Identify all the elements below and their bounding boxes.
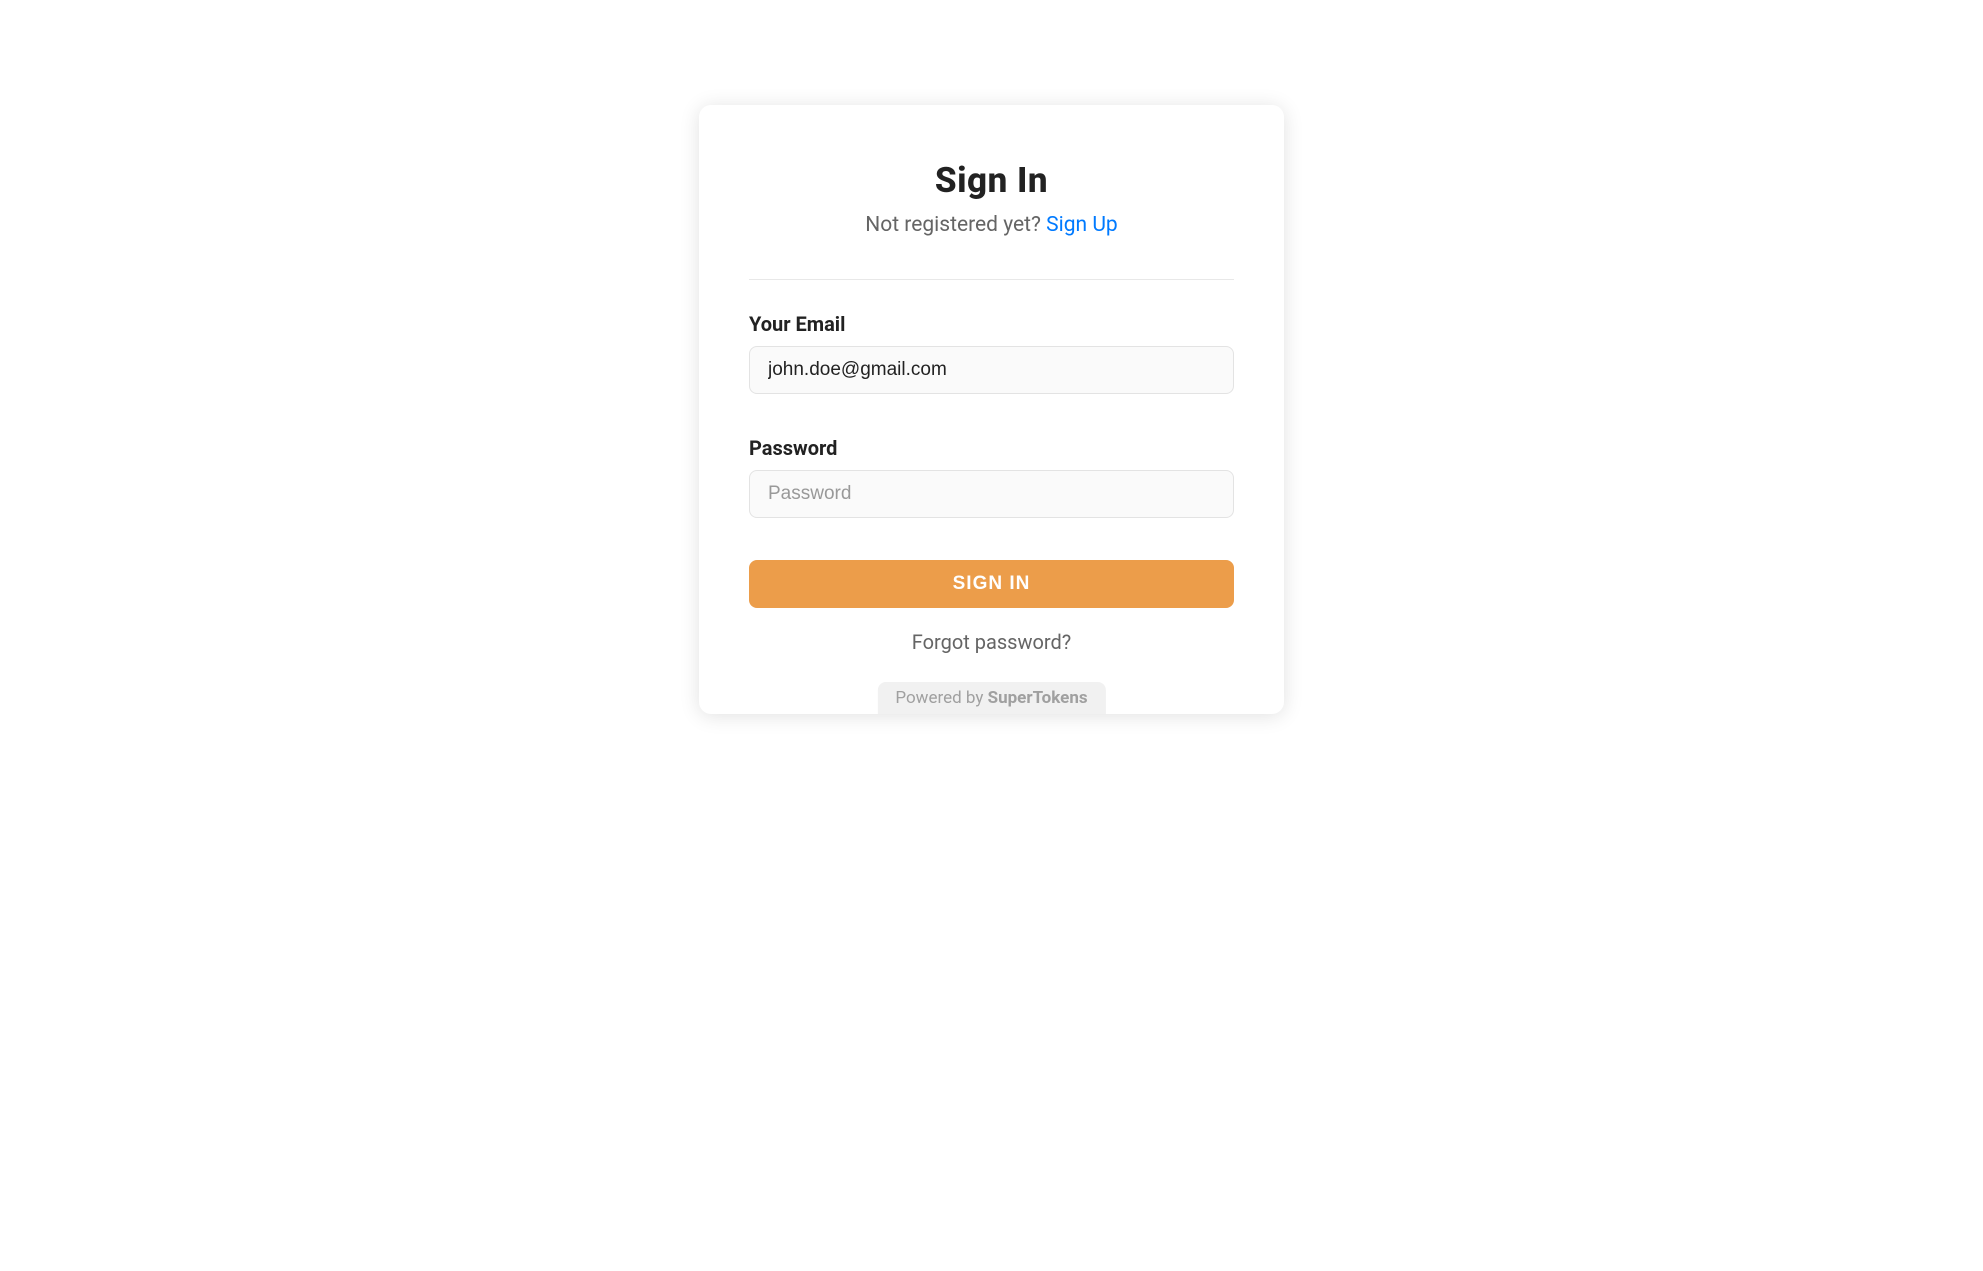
divider	[749, 279, 1234, 280]
signin-button[interactable]: SIGN IN	[749, 560, 1234, 608]
powered-by-brand: SuperTokens	[988, 688, 1088, 708]
forgot-password-link[interactable]: Forgot password?	[749, 630, 1234, 654]
powered-by-badge: Powered by SuperTokens	[877, 682, 1105, 714]
subtitle: Not registered yet? Sign Up	[749, 213, 1234, 237]
page-title: Sign In	[749, 160, 1234, 201]
password-field[interactable]	[749, 470, 1234, 518]
email-field[interactable]	[749, 346, 1234, 394]
signin-card: Sign In Not registered yet? Sign Up Your…	[699, 105, 1284, 714]
email-group: Your Email	[749, 312, 1234, 394]
password-label: Password	[749, 436, 1234, 460]
powered-by-text: Powered by	[895, 688, 987, 708]
signup-link[interactable]: Sign Up	[1046, 213, 1118, 237]
password-group: Password	[749, 436, 1234, 518]
subtitle-text: Not registered yet?	[865, 213, 1046, 237]
email-label: Your Email	[749, 312, 1234, 336]
